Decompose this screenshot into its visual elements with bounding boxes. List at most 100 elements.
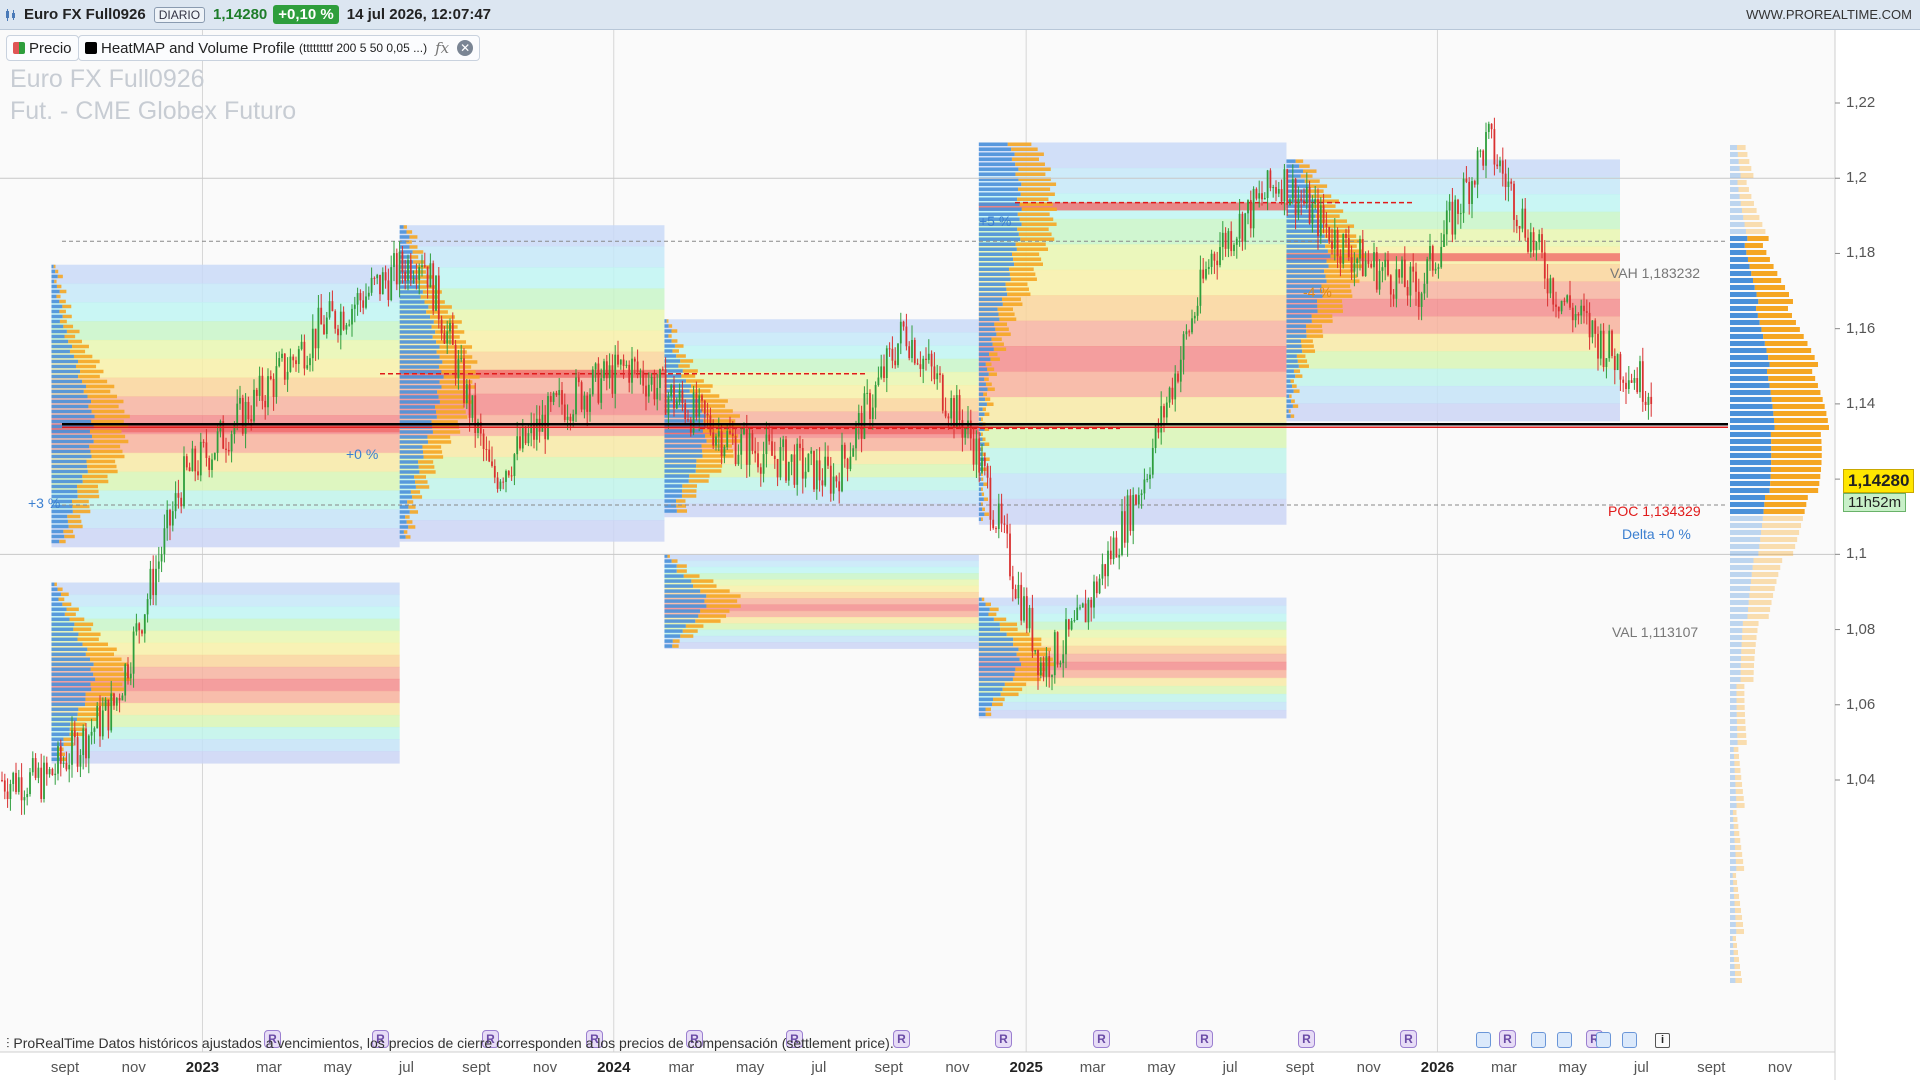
candle-body <box>757 453 759 468</box>
volume-bar-bid <box>676 564 687 568</box>
symbol-name[interactable]: Euro FX Full0926 <box>24 6 146 23</box>
volume-bar-ask <box>1286 264 1329 268</box>
heatmap-band <box>399 499 665 521</box>
candle-body <box>589 394 591 412</box>
candle-body <box>1129 495 1132 531</box>
profile-bar-bid <box>1756 292 1789 297</box>
candle-body <box>1028 607 1031 629</box>
volume-bar-ask <box>51 582 55 587</box>
candle-body <box>703 400 706 414</box>
candle-body <box>524 426 527 444</box>
rollover-marker[interactable]: R <box>1400 1030 1417 1048</box>
candle-body <box>37 767 40 778</box>
volume-bar-ask <box>51 324 64 329</box>
profile-bar-bid <box>1736 796 1744 801</box>
candle-body <box>1 780 3 781</box>
candle-body <box>381 272 384 295</box>
volume-bar-bid <box>985 382 992 386</box>
candle-body <box>485 449 488 451</box>
candle-body <box>1280 189 1283 202</box>
candle-body <box>1594 320 1597 334</box>
volume-bar-ask <box>51 454 92 459</box>
volume-bar-ask <box>399 500 408 504</box>
period-badge[interactable]: DIARIO <box>153 6 206 23</box>
profile-bar-ask <box>1730 509 1764 514</box>
volume-bar-bid <box>667 554 670 558</box>
rollover-marker[interactable]: R <box>1499 1030 1516 1048</box>
volume-bar-bid <box>74 622 94 627</box>
candle-body <box>1597 333 1599 359</box>
profile-bar-ask <box>1730 565 1753 570</box>
profile-bar-bid <box>1734 957 1740 962</box>
volume-bar-bid <box>676 569 687 573</box>
info-icon[interactable]: i <box>1655 1033 1670 1048</box>
volume-bar-ask <box>664 384 691 388</box>
candle-body <box>1101 564 1104 579</box>
heatmap-band <box>1286 176 1620 195</box>
heatmap-band <box>51 339 400 360</box>
close-icon[interactable]: ✕ <box>457 40 474 56</box>
indicator-chip-price[interactable]: Precio <box>6 35 79 61</box>
candle-body <box>810 450 813 454</box>
rollover-marker[interactable]: R <box>1196 1030 1213 1048</box>
formula-icon[interactable]: fx <box>435 39 449 57</box>
indicator-chip-heatmap[interactable]: HeatMAP and Volume Profile (ttttttttf 20… <box>78 35 481 61</box>
rollover-marker[interactable]: R <box>995 1030 1012 1048</box>
candle-body <box>121 695 124 701</box>
candle-body <box>1630 380 1633 383</box>
document-icon[interactable] <box>1557 1032 1572 1048</box>
rollover-marker[interactable]: R <box>1093 1030 1110 1048</box>
candle-body <box>916 363 919 365</box>
candle-body <box>82 728 85 756</box>
candle-body <box>328 301 331 318</box>
profile-bar-bid <box>1734 761 1740 766</box>
volume-bar-bid <box>1021 207 1057 211</box>
heatmap-band <box>978 346 1287 373</box>
profile-bar-bid <box>1773 411 1827 416</box>
candle-body <box>1392 294 1395 299</box>
profile-bar-ask <box>1730 817 1734 822</box>
candle-body <box>633 358 636 362</box>
profile-bar-ask <box>1730 229 1746 234</box>
candle-body <box>1056 632 1059 665</box>
volume-bar-bid <box>408 525 416 529</box>
candle-body <box>1059 663 1062 665</box>
candle-body <box>1227 231 1230 249</box>
volume-bar-bid <box>1297 359 1308 363</box>
heatmap-band <box>51 321 400 341</box>
volume-bar-bid <box>686 379 704 383</box>
rollover-marker[interactable]: R <box>1298 1030 1315 1048</box>
volume-bar-bid <box>981 492 985 496</box>
volume-bar-ask <box>51 399 92 404</box>
volume-bar-bid <box>1298 364 1309 368</box>
heatmap-band <box>51 714 400 728</box>
volume-bar-ask <box>399 450 424 454</box>
profile-bar-bid <box>1763 334 1804 339</box>
volume-bar-ask <box>1286 184 1309 188</box>
candle-body <box>1051 675 1053 677</box>
volume-bar-ask <box>978 607 990 612</box>
site-link[interactable]: WWW.PROREALTIME.COM <box>1746 7 1912 22</box>
profile-bar-bid <box>1745 229 1766 234</box>
profile-bar-bid <box>1737 740 1747 745</box>
candle-body <box>1171 387 1174 400</box>
candle-body <box>1571 307 1574 321</box>
document-icon[interactable] <box>1596 1032 1611 1048</box>
candle-body <box>1177 373 1179 382</box>
profile-bar-ask <box>1730 334 1764 339</box>
poc-label: POC 1,134329 <box>1608 503 1701 519</box>
document-icon[interactable] <box>1476 1032 1491 1048</box>
volume-bar-bid <box>983 392 987 396</box>
heatmap-band <box>51 606 400 620</box>
volume-bar-bid <box>700 589 730 593</box>
candle-body <box>1328 226 1331 242</box>
volume-bar-bid <box>430 315 455 319</box>
volume-bar-ask <box>51 369 81 374</box>
rollover-marker[interactable]: R <box>893 1030 910 1048</box>
candle-body <box>1331 241 1333 249</box>
volume-bar-ask <box>51 519 68 524</box>
candle-body <box>871 407 874 419</box>
document-icon[interactable] <box>1531 1032 1546 1048</box>
timestamp: 14 jul 2026, 12:07:47 <box>346 6 492 23</box>
document-icon[interactable] <box>1622 1032 1637 1048</box>
